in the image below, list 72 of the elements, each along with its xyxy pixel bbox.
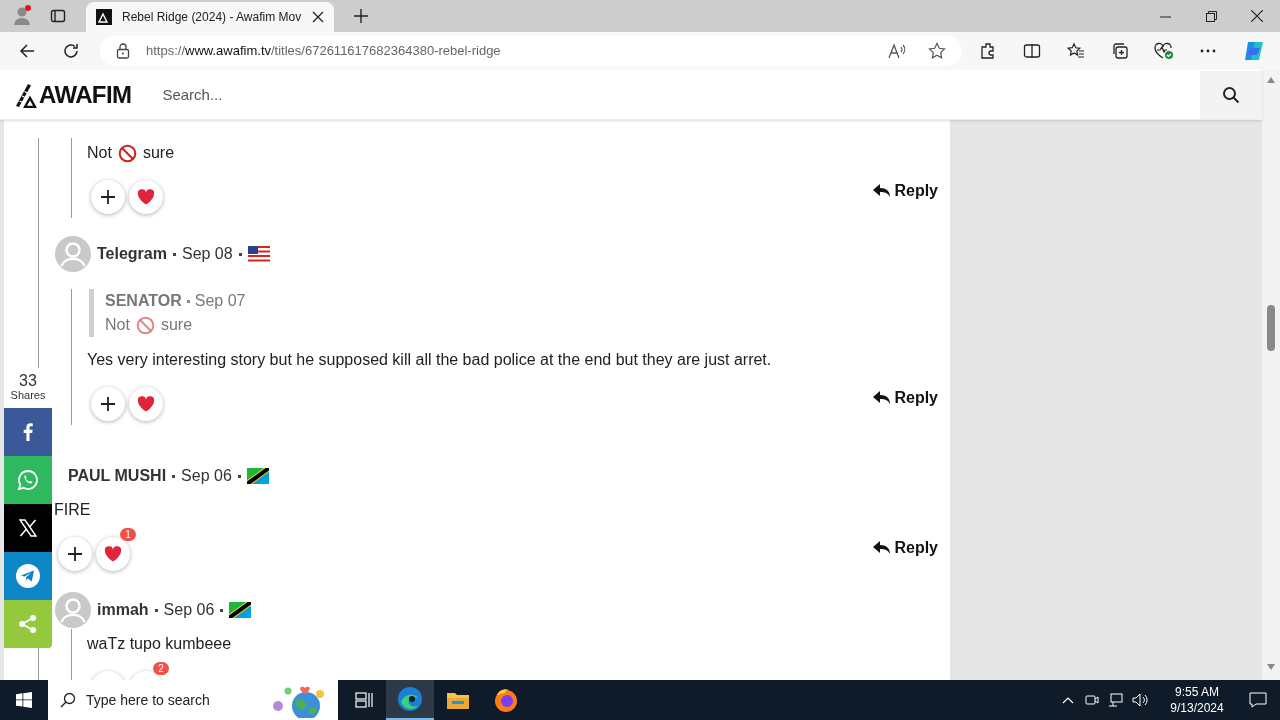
read-aloud-icon[interactable]	[888, 43, 908, 59]
heart-icon	[104, 546, 122, 562]
comment-author: PAUL MUSHI	[68, 466, 167, 486]
taskbar-search-box[interactable]: Type here to search	[48, 680, 338, 720]
comment-author: Telegram	[97, 244, 167, 264]
comment-author: immah	[97, 600, 149, 620]
comment-text: waTz tupo kumbeee	[87, 634, 232, 654]
heart-icon	[137, 189, 155, 205]
comment-text: sure	[160, 315, 193, 335]
comment-text: Not	[87, 143, 112, 163]
facebook-share-button[interactable]	[4, 408, 52, 456]
facebook-logo-icon	[23, 423, 33, 441]
address-bar[interactable]: https://www.awafim.tv/titles/672611617682364380-rebel-ridge	[100, 36, 962, 66]
comment-date: Sep 08	[181, 244, 233, 264]
taskbar-clock[interactable]: 9:55 AM 9/13/2024	[1158, 684, 1236, 716]
edge-browser-icon[interactable]	[386, 680, 434, 720]
like-button[interactable]	[96, 537, 130, 571]
add-reaction-icon[interactable]	[91, 387, 125, 421]
prohibited-icon	[135, 315, 155, 335]
site-logo[interactable]: AWAFIM	[14, 81, 132, 108]
collections-icon[interactable]	[1110, 42, 1130, 60]
split-screen-icon[interactable]	[1022, 42, 1042, 60]
favorites-icon[interactable]	[1066, 42, 1086, 60]
close-icon[interactable]	[312, 11, 324, 23]
comment-text: FIRE	[54, 500, 91, 520]
copilot-icon[interactable]	[1242, 39, 1266, 63]
add-reaction-icon[interactable]	[91, 180, 125, 214]
like-count: 1	[120, 528, 136, 541]
scroll-up-icon[interactable]	[1267, 77, 1275, 83]
whatsapp-logo-icon	[17, 469, 39, 491]
comment-text: Not	[105, 315, 130, 335]
reply-arrow-icon	[873, 541, 891, 555]
quote-author: SENATOR	[105, 291, 182, 311]
back-icon[interactable]	[18, 42, 36, 60]
comment-date: Sep 06	[181, 466, 232, 486]
tab-title: Rebel Ridge (2024) - Awafim Mov	[122, 9, 302, 26]
quote-date: Sep 07	[194, 291, 246, 311]
reply-arrow-icon	[873, 184, 891, 198]
heart-icon	[137, 396, 155, 412]
search-icon	[60, 692, 76, 708]
reply-link[interactable]: Reply	[873, 179, 938, 203]
browser-tab[interactable]: Rebel Ridge (2024) - Awafim Mov	[86, 2, 334, 32]
prohibited-icon	[117, 143, 137, 163]
site-favicon	[96, 9, 112, 25]
x-share-button[interactable]	[4, 504, 52, 552]
tab-actions-icon[interactable]	[50, 8, 66, 24]
share-icon	[18, 614, 38, 634]
browser-essentials-icon[interactable]	[1154, 42, 1174, 60]
like-button[interactable]	[129, 387, 163, 421]
reply-link[interactable]: Reply	[873, 386, 938, 410]
scrollbar-thumb[interactable]	[1267, 305, 1275, 351]
reply-link[interactable]: Reply	[873, 536, 938, 560]
x-logo-icon	[19, 519, 37, 537]
add-reaction-icon[interactable]	[58, 537, 92, 571]
like-count: 2	[153, 662, 169, 675]
refresh-icon[interactable]	[62, 42, 80, 60]
lock-icon	[116, 43, 130, 59]
new-tab-icon[interactable]	[354, 9, 368, 23]
favorite-star-icon[interactable]	[928, 42, 946, 60]
telegram-logo-icon	[16, 564, 40, 588]
comment-date: Sep 06	[163, 600, 215, 620]
url-text: https://www.awafim.tv/titles/672611617682364380-rebel-ridge	[146, 42, 501, 61]
like-button[interactable]	[129, 180, 163, 214]
scroll-down-icon[interactable]	[1267, 664, 1275, 670]
comment-text: sure	[142, 143, 175, 163]
telegram-share-button[interactable]	[4, 552, 52, 600]
search-icon[interactable]	[1200, 70, 1262, 119]
reply-arrow-icon	[873, 391, 891, 405]
share-count: 33	[19, 373, 37, 390]
taskbar-search-input[interactable]: Type here to search	[86, 689, 266, 711]
share-label: Shares	[10, 389, 46, 403]
comment-text: Yes very interesting story but he supposed kill all the bad police at the end but they are just arret.	[87, 350, 772, 370]
